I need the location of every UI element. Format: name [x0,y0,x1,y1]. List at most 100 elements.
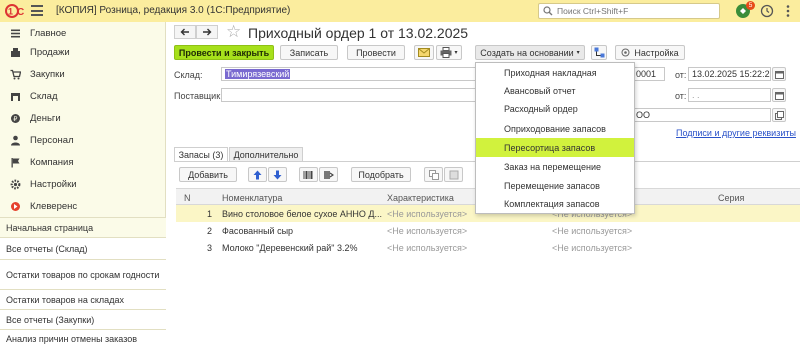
barcode-scan-button[interactable] [299,167,318,182]
favorite-star-icon[interactable]: ☆ [226,22,241,42]
save-button[interactable]: Записать [280,45,338,60]
sidebar-item-company[interactable]: Компания [0,151,166,173]
warehouse-field[interactable]: Тимирязевский [221,67,477,81]
tab-stock[interactable]: Запасы (3) [174,147,228,162]
row-series[interactable]: <Не используется> [552,226,712,236]
cash-register-icon [11,47,20,57]
panel-item-stock-warehouses[interactable]: Остатки товаров на складах [0,289,166,309]
warehouse-label: Склад: [174,70,203,80]
row-item-name[interactable]: Вино столовое белое сухое АННО Д... [222,209,382,219]
supplier-field[interactable] [221,88,477,102]
back-arrow-icon[interactable] [174,25,196,39]
copy-row-button[interactable] [424,167,443,182]
table-row[interactable]: 3 Молоко "Деревенский рай" 3.2% <Не испо… [176,239,800,256]
chevron-down-icon: ▾ [576,50,580,56]
menu-item-kitting[interactable]: Комплектация запасов [476,195,634,213]
page-title: Приходный ордер 1 от 13.02.2025 [248,25,469,41]
menu-item-expense-order[interactable]: Расходный ордер [476,100,634,118]
calendar-icon [774,70,784,79]
table-row[interactable]: 2 Фасованный сыр <Не используется> <Не и… [176,222,800,239]
print-button[interactable]: ▾ [436,45,462,60]
panel-item-stock-expiry[interactable]: Остатки товаров по срокам годности [0,259,166,289]
signatures-requisites-link[interactable]: Подписи и другие реквизиты [676,128,796,138]
sidebar-item-label: Склад [30,90,58,102]
menu-item-purchase-invoice[interactable]: Приходная накладная [476,64,634,82]
notification-badge: 5 [746,1,755,10]
create-based-on-label: Создать на основании [480,47,574,58]
post-button[interactable]: Провести [347,45,405,60]
menu-lines-icon [11,29,20,37]
add-row-button[interactable]: Добавить [179,167,237,182]
arrow-down-icon [273,170,282,179]
structure-icon [594,47,604,58]
structure-button[interactable] [591,45,607,60]
menu-item-transfer-order[interactable]: Заказ на перемещение [476,158,634,176]
flag-icon [11,157,20,167]
column-header-characteristic[interactable]: Характеристика [387,193,454,203]
panel-item-reports-warehouse[interactable]: Все отчеты (Склад) [0,237,166,259]
paste-row-button[interactable] [444,167,463,182]
column-header-n[interactable]: N [184,193,191,203]
row-item-name[interactable]: Молоко "Деревенский рай" 3.2% [222,243,382,253]
sidebar-item-sales[interactable]: Продажи [0,41,166,63]
sidebar-item-label: Продажи [30,46,70,58]
sidebar-item-label: Настройки [30,178,77,190]
sidebar-item-label: Деньги [30,112,61,124]
sidebar-item-label: Закупки [30,68,65,80]
settings-button[interactable]: Настройка [615,45,685,60]
arrow-up-icon [253,170,262,179]
date-field[interactable]: 13.02.2025 15:22:22 [688,67,771,81]
column-header-item[interactable]: Номенклатура [222,193,282,203]
history-icon[interactable] [759,3,775,19]
menu-item-stock-regrading[interactable]: Пересортица запасов [476,138,634,157]
supplier-label: Поставщик: [174,91,223,101]
row-characteristic[interactable]: <Не используется> [387,226,547,236]
sidebar-item-settings[interactable]: Настройки [0,173,166,195]
post-and-close-button[interactable]: Провести и закрыть [174,45,274,60]
date2-field[interactable]: . . [688,88,771,102]
tab-additional[interactable]: Дополнительно [229,147,303,162]
email-button[interactable] [414,45,434,60]
1c-logo-icon[interactable]: 1 C [4,4,26,18]
column-header-series[interactable]: Серия [718,193,744,203]
panel-item-order-cancel-analysis[interactable]: Анализ причин отмены заказов [0,329,166,347]
panel-item-home[interactable]: Начальная страница [0,217,166,237]
organization-field[interactable]: ОО [633,108,771,122]
more-menu-icon[interactable] [780,3,796,19]
printer-icon [440,47,452,58]
menu-item-stock-transfer[interactable]: Перемещение запасов [476,177,634,195]
row-series[interactable]: <Не используется> [552,243,712,253]
pick-button[interactable]: Подобрать [351,167,411,182]
row-number: 2 [206,226,212,236]
calendar-button-2[interactable] [772,88,786,102]
warehouse-value: Тимирязевский [225,69,291,79]
menu-item-stock-receipt[interactable]: Оприходование запасов [476,120,634,138]
number-field[interactable]: 0001 [633,67,665,81]
sidebar-item-personnel[interactable]: Персонал [0,129,166,151]
calendar-button[interactable] [772,67,786,81]
forward-arrow-icon[interactable] [196,25,218,39]
sidebar: Главное Продажи Закупки Склад ₽ Деньги П… [0,22,166,347]
main-menu-icon[interactable] [31,5,43,16]
row-item-name[interactable]: Фасованный сыр [222,226,382,236]
organization-open-button[interactable] [772,108,786,122]
sidebar-item-cleverence[interactable]: Клеверенс [0,195,166,217]
warehouse-icon [11,92,20,101]
move-up-button[interactable] [248,167,267,182]
person-icon [11,135,20,145]
gear-icon [10,179,21,189]
search-box[interactable] [538,3,720,19]
sidebar-item-purchases[interactable]: Закупки [0,63,166,85]
sidebar-item-money[interactable]: ₽ Деньги [0,107,166,129]
create-based-on-button[interactable]: Создать на основании ▾ [475,45,585,60]
sidebar-item-warehouse[interactable]: Склад [0,85,166,107]
sidebar-item-label: Клеверенс [30,200,78,212]
settings-label: Настройка [634,47,679,58]
panel-item-reports-purchases[interactable]: Все отчеты (Закупки) [0,309,166,329]
from-label: от: [675,70,687,80]
move-down-button[interactable] [268,167,287,182]
row-characteristic[interactable]: <Не используется> [387,243,547,253]
menu-item-advance-report[interactable]: Авансовый отчет [476,82,634,100]
search-input[interactable] [557,6,712,16]
data-collection-button[interactable] [319,167,338,182]
